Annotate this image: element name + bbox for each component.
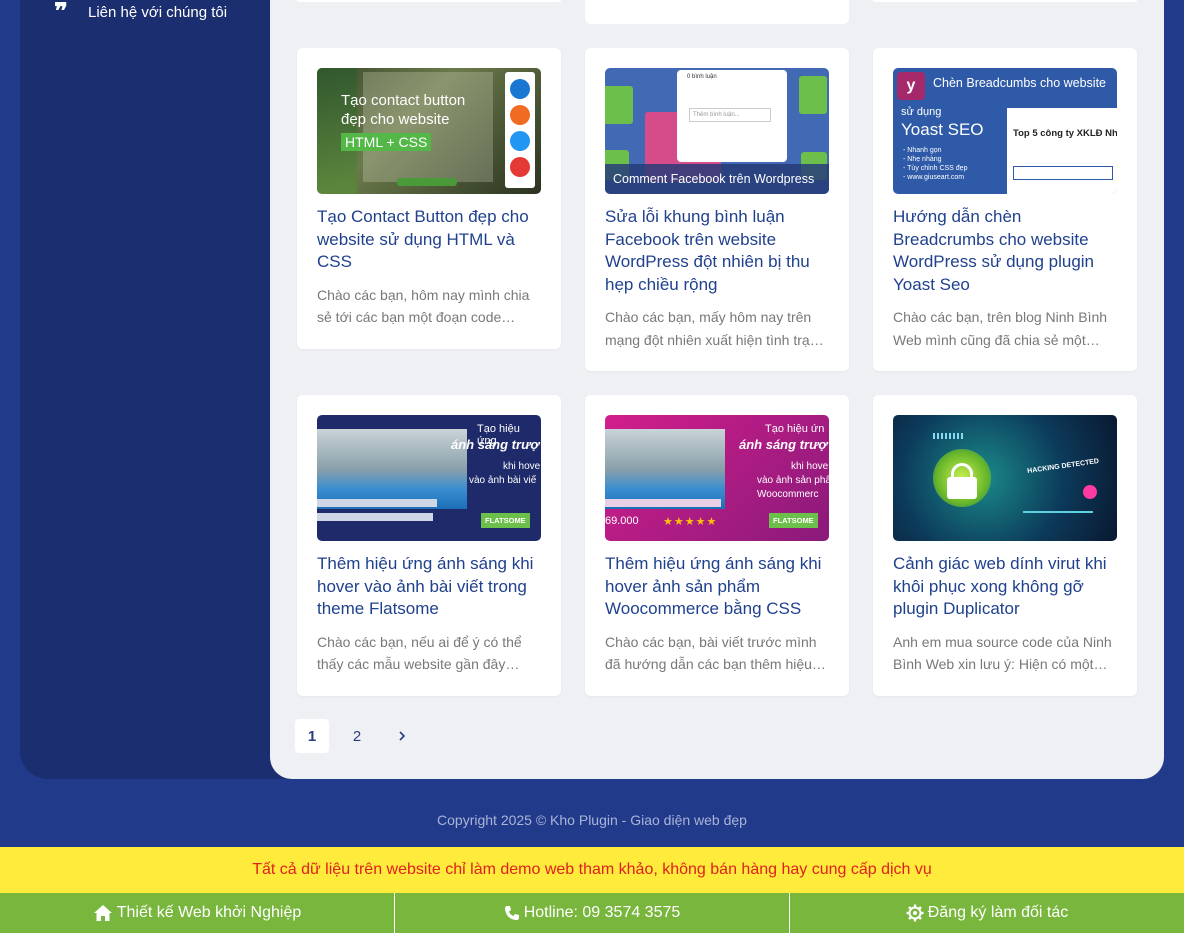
post-excerpt: Chào các bạn, mấy hôm nay trên mạng đột … (605, 309, 824, 348)
thumb-text: Yoast SEO (901, 120, 984, 139)
thumb-text: đẹp cho website (341, 111, 450, 128)
thumb-text: Tạo contact button (341, 92, 466, 109)
post-thumbnail[interactable]: HACKING DETECTED (893, 415, 1117, 541)
thumb-text: vào ảnh bài viế (469, 475, 537, 486)
partner-signup-link[interactable]: Đăng ký làm đối tác (790, 893, 1184, 933)
yoast-icon: y (897, 72, 925, 100)
sidebar: ❞ Liên hệ với chúng tôi (20, 0, 290, 779)
thumb-text: 0 bình luận (687, 74, 717, 80)
post-excerpt: Chào các bạn, trên blog Ninh Bình Web mì… (893, 309, 1108, 348)
bottombar-label: Đăng ký làm đối tác (927, 904, 1069, 921)
post-excerpt: Chào các bạn, hôm nay mình chia sẻ tới c… (317, 286, 530, 326)
thumb-text: Chèn Breadcumbs cho website (933, 76, 1107, 90)
thumb-badge: HTML + CSS (341, 133, 432, 151)
notice-banner: Tất cả dữ liệu trên website chỉ làm demo… (0, 847, 1184, 893)
pagination: 1 2 (295, 719, 430, 753)
post-thumbnail[interactable]: y Chèn Breadcumbs cho website sử dụng Yo… (893, 68, 1117, 194)
flatsome-badge: FLATSOME (481, 513, 530, 528)
post-title[interactable]: Tạo Contact Button đẹp cho website sử dụ… (317, 206, 541, 274)
sidebar-item-label: Liên hệ với chúng tôi (88, 3, 228, 21)
flatsome-badge: FLATSOME (769, 513, 818, 528)
bottombar-label: Thiết kế Web khởi Nghiệp (116, 904, 302, 921)
thumb-text: ánh sáng trượ (739, 437, 828, 452)
post-card[interactable]: 0 bình luận Thêm bình luận... Comment Fa… (585, 48, 849, 371)
thumb-text: Tạo hiệu ứn (765, 423, 825, 435)
startup-web-design-link[interactable]: Thiết kế Web khởi Nghiệp (0, 893, 395, 933)
mail-icon (510, 105, 530, 125)
card-stub (297, 0, 561, 2)
thumb-text: khi hove (503, 461, 541, 472)
post-thumbnail[interactable]: 69.000 ★★★★★ Tạo hiệu ứn ánh sáng trượ k… (605, 415, 829, 541)
post-card[interactable]: Tạo hiệu ứng ánh sáng trượ khi hove vào … (297, 395, 561, 696)
zalo-icon (510, 131, 530, 151)
post-excerpt: Anh em mua source code của Ninh Bình Web… (893, 633, 1112, 673)
sidebar-item-contact[interactable]: ❞ Liên hệ với chúng tôi (54, 2, 227, 22)
phone-icon (510, 79, 530, 99)
post-title[interactable]: Thêm hiệu ứng ánh sáng khi hover vào ảnh… (317, 553, 541, 621)
card-stub (873, 0, 1137, 2)
post-title[interactable]: Hướng dẫn chèn Breadcrumbs cho website W… (893, 206, 1117, 296)
hotline-link[interactable]: Hotline: 09 3574 3575 (395, 893, 790, 933)
next-page-button[interactable] (385, 719, 419, 753)
bottom-contact-bar: Thiết kế Web khởi Nghiệp Hotline: 09 357… (0, 893, 1184, 933)
thumb-text: Top 5 công ty XKLĐ Nhậ (1013, 128, 1117, 139)
card-stub (585, 0, 849, 24)
post-card[interactable]: 69.000 ★★★★★ Tạo hiệu ứn ánh sáng trượ k… (585, 395, 849, 696)
thumb-text: sử dụng (901, 106, 942, 118)
post-excerpt: Chào các bạn, bài viết trước mình đã hướ… (605, 633, 826, 673)
thumb-text: Thêm bình luận... (689, 108, 771, 122)
chevron-right-icon (399, 731, 406, 741)
post-card[interactable]: y Chèn Breadcumbs cho website sử dụng Yo… (873, 48, 1137, 371)
gear-icon (906, 904, 924, 922)
phone-icon (504, 906, 519, 920)
thumb-text: 69.000 (605, 515, 639, 527)
post-title[interactable]: Cảnh giác web dính virut khi khôi phục x… (893, 553, 1117, 621)
post-thumbnail[interactable]: Tạo contact button đẹp cho website HTML … (317, 68, 541, 194)
thumb-text: ánh sáng trượ (451, 437, 540, 452)
post-card[interactable]: HACKING DETECTED Cảnh giác web dính viru… (873, 395, 1137, 696)
copyright: Copyright 2025 © Kho Plugin - Giao diện … (437, 812, 747, 828)
post-title[interactable]: Thêm hiệu ứng ánh sáng khi hover ảnh sản… (605, 553, 829, 621)
home-icon (93, 905, 112, 921)
post-card[interactable]: Tạo contact button đẹp cho website HTML … (297, 48, 561, 349)
post-title[interactable]: Sửa lỗi khung bình luận Facebook trên we… (605, 206, 829, 296)
bottombar-label: Hotline: 09 3574 3575 (523, 904, 681, 921)
thumb-text: - Nhanh gọn - Nhẹ nhàng - Tùy chỉnh CSS … (903, 147, 968, 181)
rating-stars: ★★★★★ (663, 516, 718, 528)
post-excerpt: Chào các bạn, nếu ai để ý có thể thấy cá… (317, 633, 522, 673)
post-thumbnail[interactable]: 0 bình luận Thêm bình luận... Comment Fa… (605, 68, 829, 194)
page-2-button[interactable]: 2 (340, 719, 374, 753)
messenger-icon (510, 157, 530, 177)
thumb-text: vào ảnh sản phẩ (757, 475, 829, 486)
thumb-text: HACKING DETECTED (1026, 457, 1100, 476)
page-1-button[interactable]: 1 (295, 719, 329, 753)
post-thumbnail[interactable]: Tạo hiệu ứng ánh sáng trượ khi hove vào … (317, 415, 541, 541)
thumb-caption: Comment Facebook trên Wordpress (613, 172, 815, 186)
thumb-text: khi hove (791, 461, 829, 472)
thumb-text: Woocommerc (757, 489, 819, 500)
quote-icon: ❞ (54, 2, 68, 22)
